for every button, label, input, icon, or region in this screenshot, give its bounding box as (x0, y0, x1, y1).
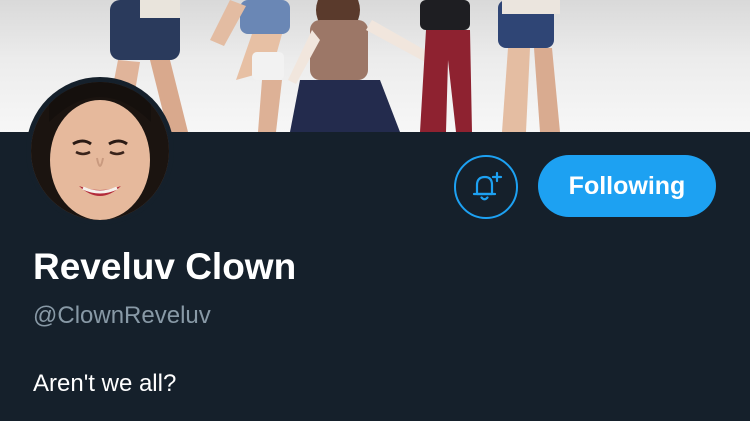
avatar-face (31, 82, 169, 220)
profile-display-name: Reveluv Clown (33, 246, 297, 287)
following-button[interactable]: Following (538, 155, 716, 217)
notifications-bell-button[interactable] (454, 155, 518, 219)
bell-plus-icon (472, 171, 503, 201)
profile-bio: Aren't we all? (33, 370, 177, 397)
avatar-photo (31, 82, 169, 220)
profile-avatar[interactable] (26, 77, 174, 225)
profile-handle: @ClownReveluv (33, 302, 211, 329)
